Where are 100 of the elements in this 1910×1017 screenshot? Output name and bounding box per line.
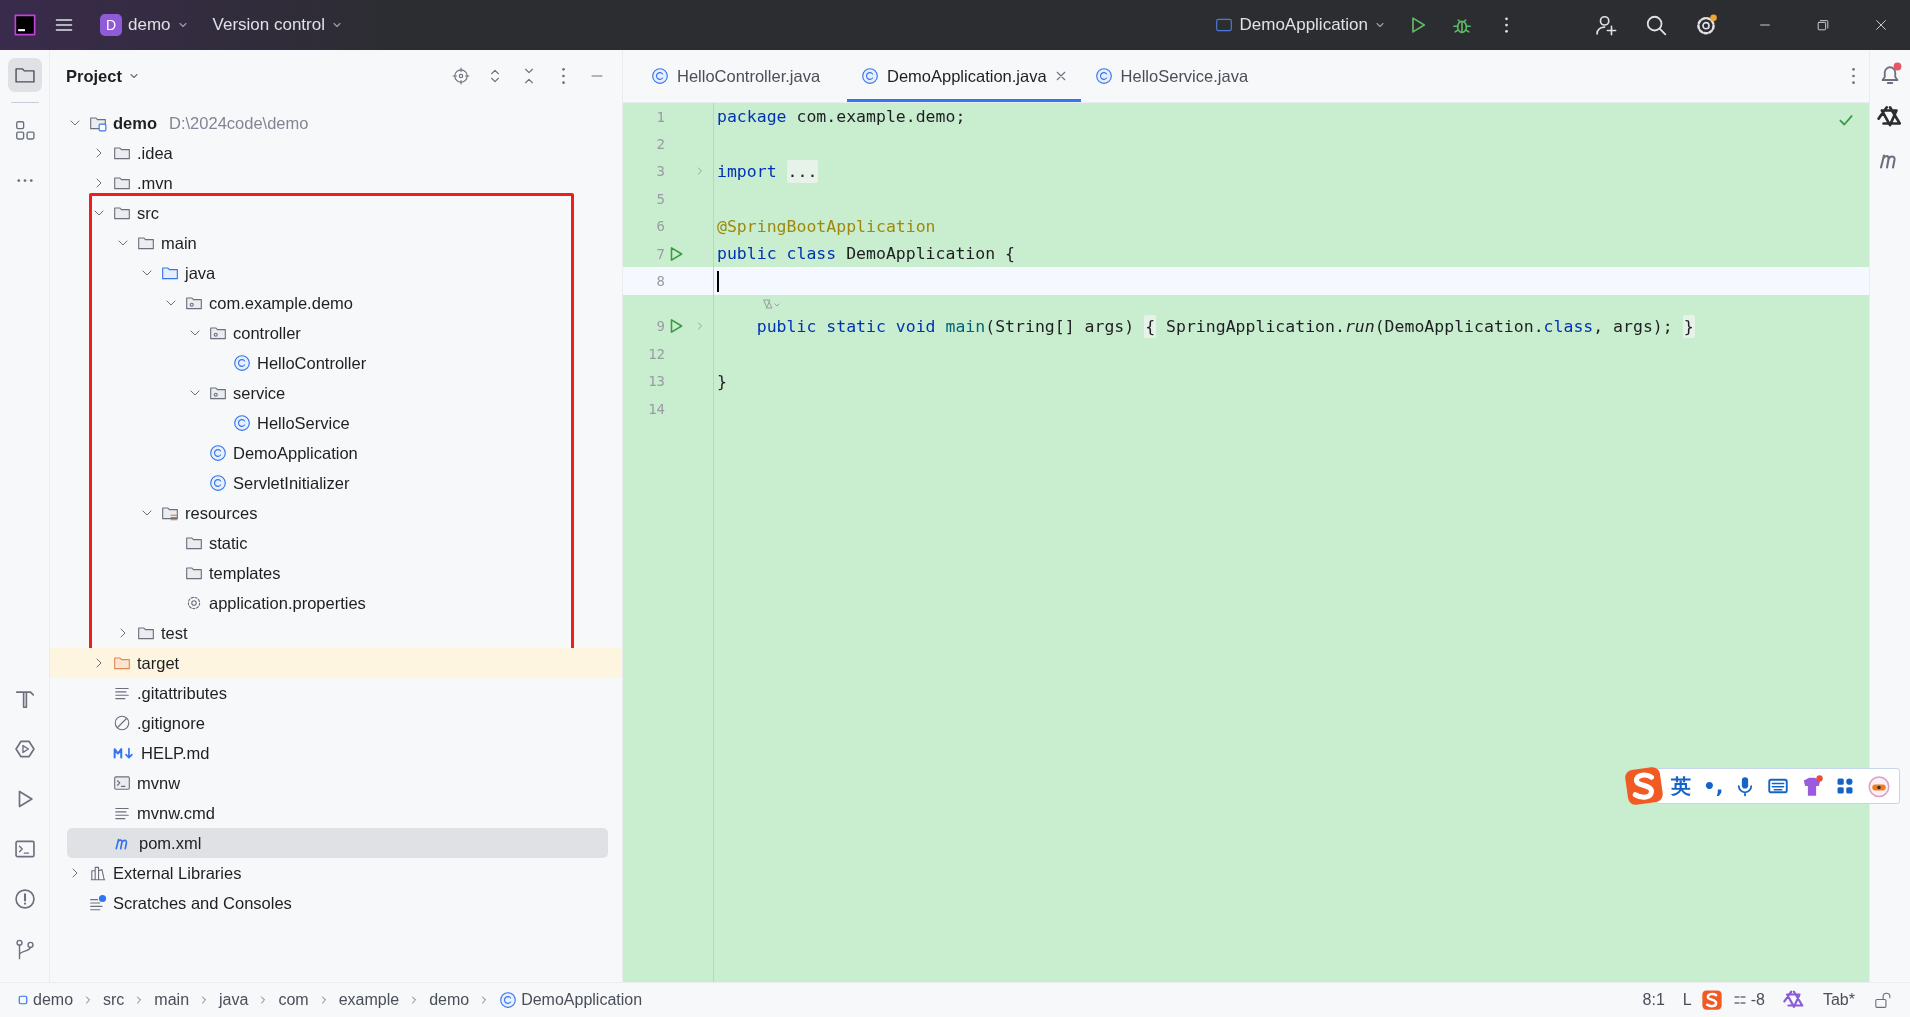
code-line: public class DemoApplication {	[716, 244, 1016, 264]
indent-widget[interactable]: -8	[1722, 991, 1774, 1009]
module-folder-icon	[89, 114, 107, 132]
shirt-icon[interactable]	[1801, 775, 1824, 797]
line-number: 6	[655, 218, 665, 235]
structure-icon	[13, 119, 36, 141]
tree-item[interactable]: .mvn	[50, 168, 622, 198]
tree-item[interactable]: resources	[50, 498, 622, 528]
tree-item[interactable]: static	[50, 528, 622, 558]
tree-item[interactable]: ServletInitializer	[50, 468, 622, 498]
tree-item[interactable]: src	[50, 198, 622, 228]
class-icon	[233, 354, 251, 372]
keyboard-icon[interactable]	[1767, 776, 1790, 796]
class-icon	[233, 414, 251, 432]
class-icon	[1094, 67, 1113, 85]
breadcrumb[interactable]: java	[216, 991, 252, 1009]
more-icon	[1852, 68, 1855, 84]
tree-item[interactable]: test	[50, 618, 622, 648]
breadcrumb[interactable]: demo	[426, 991, 473, 1009]
folder-icon	[113, 204, 131, 222]
tree-item[interactable]: application.properties	[50, 588, 622, 618]
indent-setting[interactable]: Tab*	[1813, 991, 1864, 1009]
tree-item[interactable]: target	[50, 648, 622, 678]
tree-item[interactable]: HelloController	[50, 348, 622, 378]
tree-item[interactable]: templates	[50, 558, 622, 588]
class-icon	[499, 991, 518, 1009]
more-icon	[1504, 17, 1508, 33]
libraries-icon	[89, 864, 107, 882]
language-toggle[interactable]: 英	[1671, 772, 1691, 800]
line-number: 13	[647, 373, 665, 390]
breadcrumb[interactable]: main	[151, 991, 193, 1009]
class-icon	[651, 67, 669, 85]
folder-icon	[185, 564, 203, 582]
editor-tab[interactable]: HelloService.java	[1080, 50, 1291, 102]
code-line: }	[716, 371, 727, 391]
line-number: 12	[647, 345, 665, 362]
breadcrumb[interactable]: DemoApplication	[496, 991, 646, 1009]
ignore-file-icon	[113, 714, 131, 732]
project-avatar: D	[100, 14, 122, 36]
breadcrumb[interactable]: com	[275, 991, 312, 1009]
line-number: 5	[655, 190, 665, 207]
project-switcher[interactable]: D demo	[92, 8, 197, 42]
folder-icon	[113, 174, 131, 192]
breadcrumb[interactable]: example	[335, 991, 403, 1009]
apps-grid-icon[interactable]	[1835, 776, 1856, 796]
tree-item[interactable]: demo D:\2024code\demo	[50, 108, 622, 138]
module-icon	[17, 994, 29, 1006]
close-icon	[1874, 18, 1888, 32]
breadcrumb[interactable]: src	[100, 991, 128, 1009]
line-separator-widget[interactable]: L	[1673, 991, 1701, 1009]
tree-item[interactable]: Scratches and Consoles	[50, 888, 622, 918]
app-logo-icon	[14, 14, 36, 36]
tree-item[interactable]: com.example.demo	[50, 288, 622, 318]
punctuation-toggle[interactable]: •,	[1703, 774, 1724, 798]
folder-icon	[137, 624, 155, 642]
tree-item[interactable]: mvnw	[50, 768, 622, 798]
tree-item[interactable]: main	[50, 228, 622, 258]
run-configuration-selector[interactable]: DemoApplication	[1207, 8, 1394, 42]
folder-icon	[185, 534, 203, 552]
input-method-logo-icon	[1700, 989, 1723, 1011]
tree-item[interactable]: HELP.md	[50, 738, 622, 768]
mascot-icon[interactable]	[1867, 774, 1892, 798]
close-icon[interactable]	[1054, 70, 1067, 82]
tree-item[interactable]: mvnw.cmd	[50, 798, 622, 828]
tree-item[interactable]: pom.xml	[67, 828, 608, 858]
gear-icon	[185, 594, 203, 612]
locate-icon	[452, 67, 470, 85]
folder-icon	[161, 264, 179, 282]
project-view-selector[interactable]: Project	[66, 66, 140, 86]
project-path: D:\2024code\demo	[169, 113, 309, 133]
code-line: public static void main(String[] args) { SpringApplication.run(DemoApplication.class, args); }	[755, 316, 1695, 336]
package-folder-icon	[209, 324, 227, 342]
line-number: 2	[655, 136, 665, 153]
text-cursor	[717, 270, 719, 292]
terminal-icon	[13, 838, 36, 860]
tree-item[interactable]: .gitattributes	[50, 678, 622, 708]
tree-item[interactable]: controller	[50, 318, 622, 348]
tree-item[interactable]: .gitignore	[50, 708, 622, 738]
project-tool-button[interactable]	[7, 58, 42, 92]
tree-item[interactable]: java	[50, 258, 622, 288]
editor-tab[interactable]: DemoApplication.java	[847, 50, 1081, 102]
line-number: 3	[655, 163, 665, 180]
hammer-icon	[13, 688, 36, 710]
version-control-menu[interactable]: Version control	[204, 8, 351, 42]
folder-icon	[137, 234, 155, 252]
tree-item[interactable]: HelloService	[50, 408, 622, 438]
tree-item[interactable]: .idea	[50, 138, 622, 168]
code-line: package com.example.demo;	[716, 107, 966, 127]
folder-icon	[113, 654, 131, 672]
tree-item[interactable]: DemoApplication	[50, 438, 622, 468]
editor-tab[interactable]: HelloController.java	[637, 50, 847, 102]
line-number: 9	[655, 318, 665, 335]
line-number: 1	[655, 108, 665, 125]
tree-item[interactable]: External Libraries	[50, 858, 622, 888]
add-user-icon	[1595, 14, 1617, 36]
search-icon	[1645, 14, 1667, 36]
tree-item[interactable]: service	[50, 378, 622, 408]
breadcrumb[interactable]: demo	[14, 991, 77, 1009]
caret-position[interactable]: 8:1	[1633, 991, 1674, 1009]
ai-assistant-icon	[1782, 989, 1805, 1011]
